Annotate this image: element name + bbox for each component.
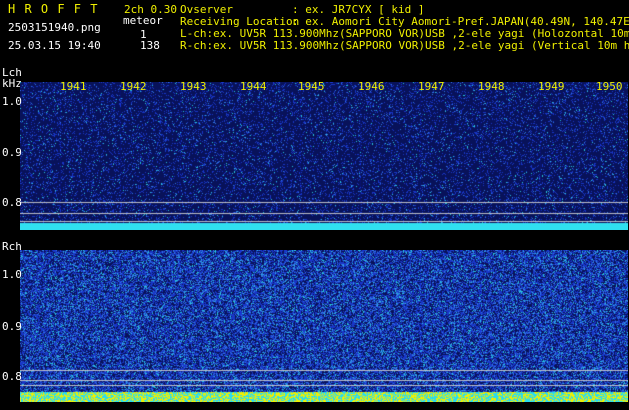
meteor-count-rch: 138 — [140, 39, 160, 52]
lch-spectrogram — [20, 82, 628, 230]
datetime-label: 25.03.15 19:40 — [8, 39, 101, 52]
location-value: : ex. Aomori City Aomori-Pref.JAPAN(40.4… — [292, 15, 629, 28]
time-tick-label: 1942 — [120, 80, 147, 93]
time-tick-label: 1946 — [358, 80, 385, 93]
rch-label: Rch — [2, 240, 22, 253]
time-tick-label: 1949 — [538, 80, 565, 93]
lch-info: L-ch:ex. UV5R 113.900Mhz(SAPPORO VOR)USB… — [180, 28, 629, 40]
freq-tick-label: 0.9 — [2, 320, 22, 333]
freq-tick-label: 1.0 — [2, 268, 22, 281]
lch-unit-label: kHz — [2, 77, 22, 90]
time-tick-label: 1941 — [60, 80, 87, 93]
time-tick-label: 1950 — [596, 80, 623, 93]
rch-info: R-ch:ex. UV5R 113.900Mhz(SAPPORO VOR)USB… — [180, 40, 629, 52]
time-tick-label: 1947 — [418, 80, 445, 93]
filename-label: 2503151940.png — [8, 21, 101, 34]
freq-tick-label: 0.8 — [2, 370, 22, 383]
time-tick-label: 1948 — [478, 80, 505, 93]
time-tick-label: 1944 — [240, 80, 267, 93]
time-tick-label: 1943 — [180, 80, 207, 93]
app-title: H R O F F T — [8, 2, 99, 16]
freq-tick-label: 1.0 — [2, 95, 22, 108]
freq-tick-label: 0.9 — [2, 146, 22, 159]
meteor-label: meteor — [123, 14, 163, 27]
freq-tick-label: 0.8 — [2, 196, 22, 209]
location-label: Receiving Location — [180, 15, 300, 28]
time-tick-label: 1945 — [298, 80, 325, 93]
rch-spectrogram — [20, 250, 628, 402]
